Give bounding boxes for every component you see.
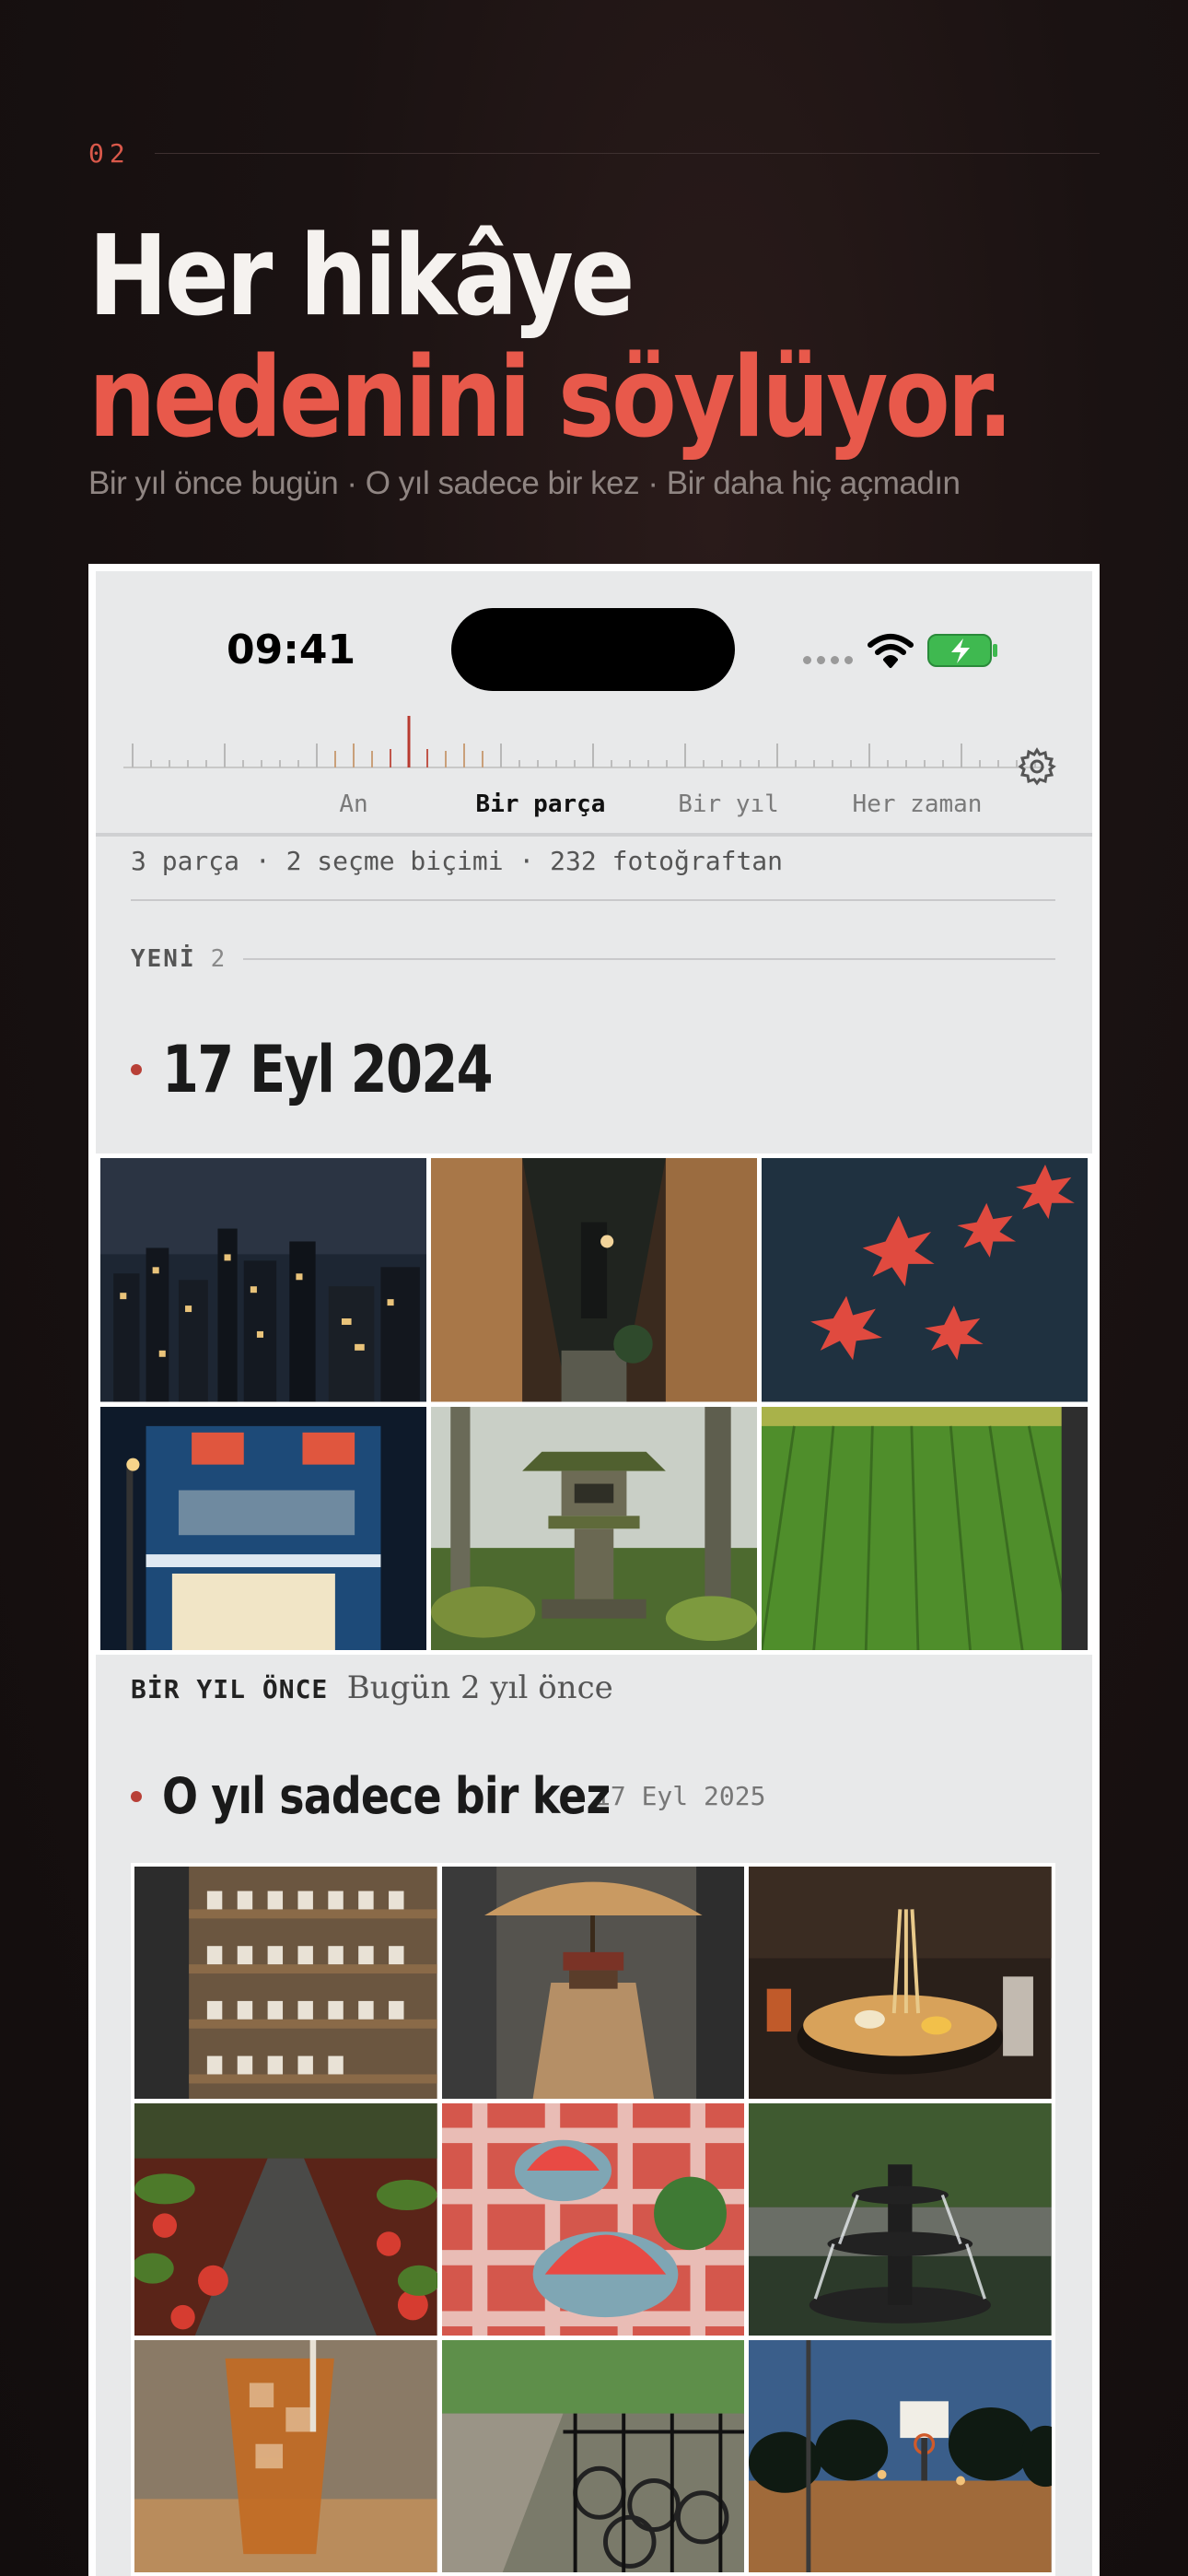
subline: Bir yıl önce bugün · O yıl sadece bir ke… [88,465,961,501]
group2-title: O yıl sadece bir kez [162,1767,611,1825]
photo-basketball-court-dusk[interactable] [749,2340,1052,2572]
once-line: BİR YIL ÖNCE Bugün 2 yıl önce [131,1669,613,1706]
summary-text: 3 parça · 2 seçme biçimi · 232 fotoğraft… [131,846,784,876]
photo-park-fountain[interactable] [749,2103,1052,2336]
photo-grid-1 [96,1153,1092,1655]
kicker-rule [154,153,1100,154]
battery-charging-icon [927,634,997,667]
group-dot [131,1790,142,1802]
photo-narrow-alley-lanterns[interactable] [431,1158,757,1402]
group1-date: 17 Eyl 2024 [162,1032,494,1107]
kicker: 02 [88,138,1100,169]
wifi-icon [868,634,914,668]
headline-line-2: nedenini söylüyor. [88,334,1013,463]
photo-ramen-bowl[interactable] [749,1867,1052,2099]
group2-header: O yıl sadece bir kez 17 Eyl 2025 [131,1767,765,1825]
segment-her-zaman[interactable]: Her zaman [853,790,983,818]
segment-bir-yil[interactable]: Bir yıl [678,790,779,818]
photo-cup-shelf-shop[interactable] [134,1867,437,2099]
headline: Her hikâye nedenini söylüyor. [88,213,1013,463]
photo-night-city-skyline[interactable] [100,1158,426,1402]
group1-header: 17 Eyl 2024 [131,1032,564,1107]
once-label: BİR YIL ÖNCE [131,1674,329,1704]
once-text: Bugün 2 yıl önce [346,1669,613,1706]
summary-divider [131,899,1055,901]
status-time: 09:41 [227,626,356,673]
photo-corner-shop-night[interactable] [100,1406,426,1650]
segment-an[interactable]: An [339,790,367,818]
photo-maple-stone-path[interactable] [134,2103,437,2336]
photo-green-rice-field[interactable] [762,1406,1088,1650]
headline-line-1: Her hikâye [88,213,635,341]
phone-mockup: 09:41 An Bir parça Bir yıl Her zaman 3 p… [88,564,1100,2576]
photo-watermelon-picnic[interactable] [441,2103,745,2336]
group-dot [131,1064,142,1075]
timeline-scrubber[interactable] [123,714,1044,769]
segment-divider [96,833,1092,837]
segment-bir-parca[interactable]: Bir parça [476,790,606,818]
photo-grid-2 [131,1863,1055,2576]
photo-iced-tea-glass[interactable] [134,2340,437,2572]
signal-dots-icon [803,656,853,664]
section-rule [243,958,1055,960]
photo-paper-umbrella-street[interactable] [441,1867,745,2099]
photo-red-maple-leaves-water[interactable] [762,1158,1088,1402]
group2-date: 17 Eyl 2025 [595,1781,766,1811]
app-screen: 09:41 An Bir parça Bir yıl Her zaman 3 p… [96,571,1092,2576]
section-new-count: 2 [210,945,226,973]
photo-mossy-stone-lantern[interactable] [431,1406,757,1650]
gear-icon[interactable] [1017,746,1057,787]
dynamic-island [451,608,735,691]
section-new-header: YENİ 2 [131,945,1055,973]
segment-control: An Bir parça Bir yıl Her zaman [96,790,1092,827]
section-new-label: YENİ [131,945,196,973]
section-number: 02 [88,138,131,169]
photo-bicycles-railing[interactable] [441,2340,745,2572]
